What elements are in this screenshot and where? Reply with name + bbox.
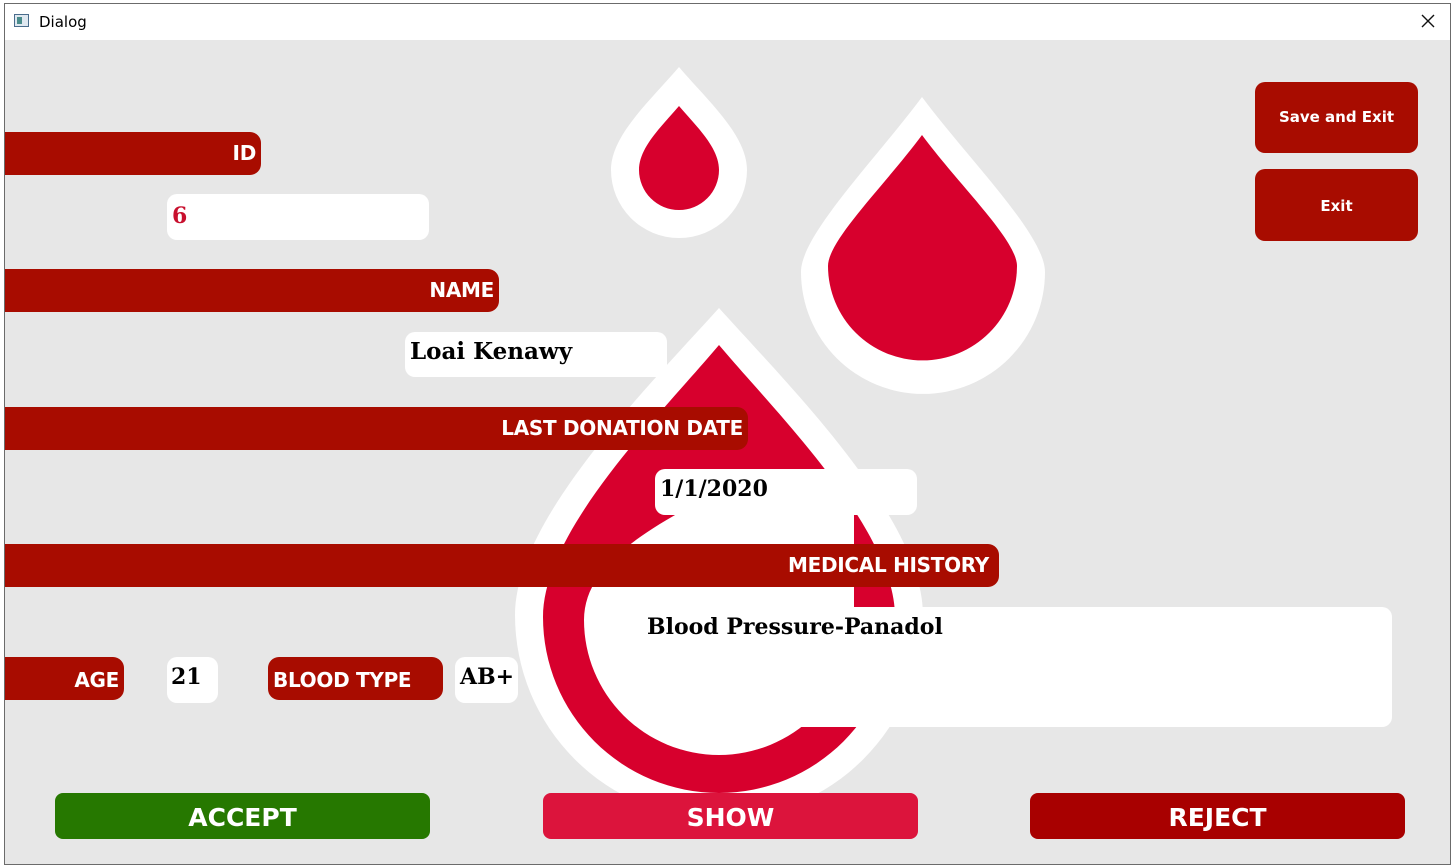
age-label: AGE	[5, 657, 124, 700]
id-label: ID	[5, 132, 261, 175]
dialog-content: ID 6 NAME Loai Kenawy LAST DONATION DATE…	[5, 40, 1450, 864]
name-label: NAME	[5, 269, 499, 312]
title-bar: Dialog	[5, 4, 1450, 40]
close-icon[interactable]	[1416, 9, 1440, 33]
reject-button[interactable]: REJECT	[1030, 793, 1405, 839]
blood-type-label: BLOOD TYPE	[268, 657, 443, 700]
window-title: Dialog	[39, 13, 87, 31]
save-and-exit-button[interactable]: Save and Exit	[1255, 82, 1418, 153]
accept-button[interactable]: ACCEPT	[55, 793, 430, 839]
dialog-window: Dialog ID 6 NAME Loai Kenawy LAST DONATI…	[4, 3, 1451, 865]
last-donation-date-field[interactable]: 1/1/2020	[655, 469, 917, 515]
name-field[interactable]: Loai Kenawy	[405, 332, 667, 377]
app-icon	[14, 14, 29, 27]
age-field[interactable]: 21	[167, 657, 218, 703]
medical-history-label: MEDICAL HISTORY	[5, 544, 999, 587]
show-button[interactable]: SHOW	[543, 793, 918, 839]
blood-type-field[interactable]: AB+	[455, 657, 518, 703]
id-field[interactable]: 6	[167, 194, 429, 240]
medical-history-field[interactable]: Blood Pressure-Panadol	[642, 607, 1392, 727]
last-donation-date-label: LAST DONATION DATE	[5, 407, 748, 450]
exit-button[interactable]: Exit	[1255, 169, 1418, 241]
